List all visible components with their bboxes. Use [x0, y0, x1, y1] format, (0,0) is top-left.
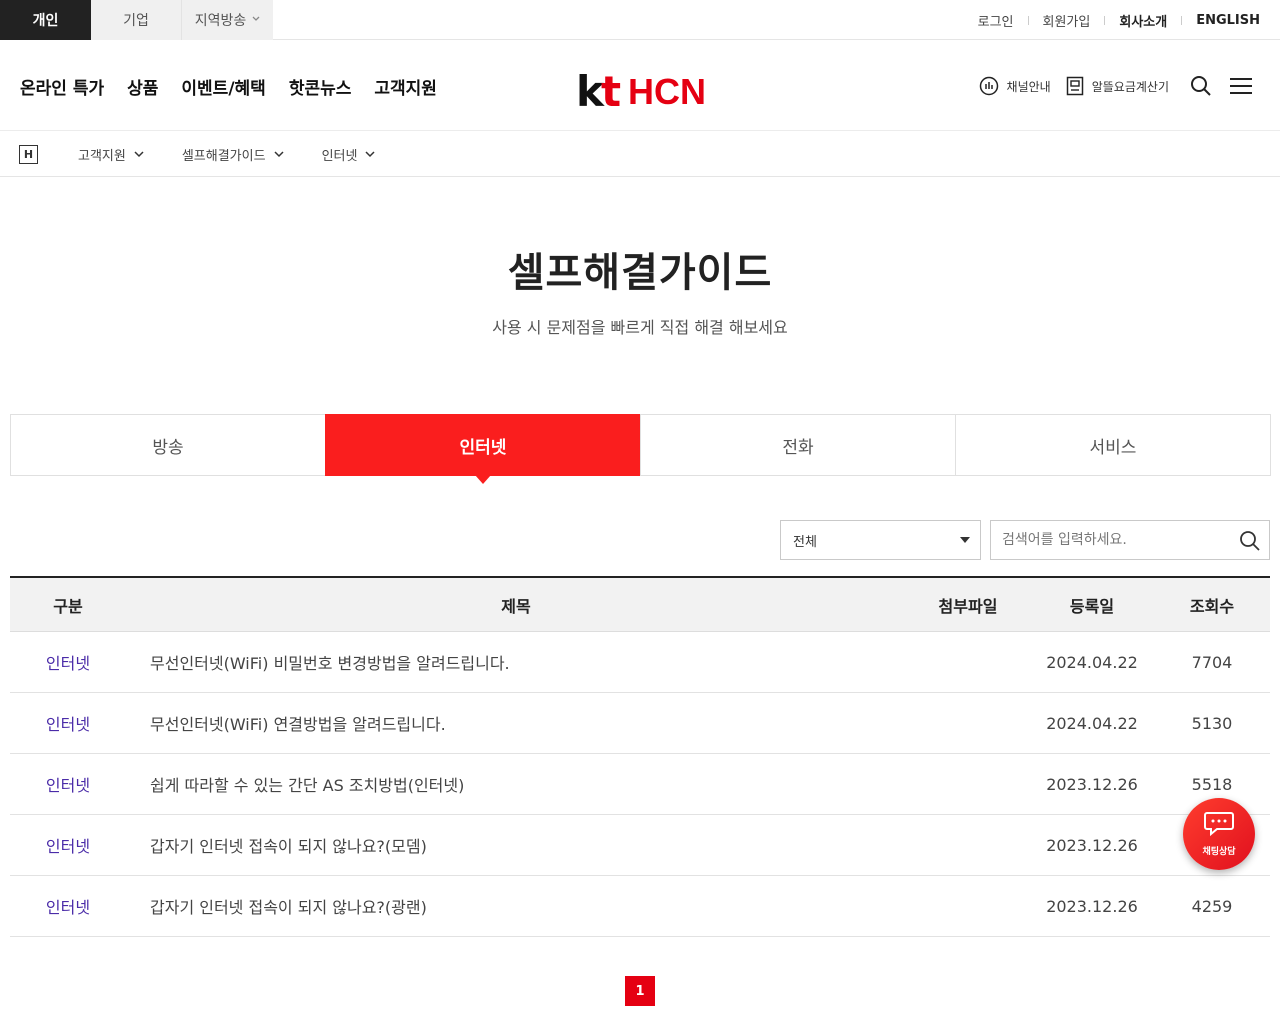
main-navigation: 온라인 특가 상품 이벤트/혜택 핫콘뉴스 고객지원 kt HCN 채널안내 알… — [0, 41, 1280, 131]
nav-item-support[interactable]: 고객지원 — [374, 74, 437, 99]
header-category: 구분 — [53, 596, 83, 616]
channel-guide-link[interactable]: 채널안내 — [1007, 78, 1051, 95]
header-attachment: 첨부파일 — [938, 596, 998, 616]
header-date: 등록일 — [1069, 596, 1115, 616]
tab-internet[interactable]: 인터넷 — [325, 414, 640, 484]
row-date: 2023.12.26 — [1046, 835, 1138, 855]
category-tabs: 방송 인터넷 전화 서비스 — [10, 414, 1271, 484]
row-views: 5518 — [1191, 774, 1233, 794]
page-button-current[interactable]: 1 — [625, 976, 655, 1006]
chevron-down-icon — [274, 147, 284, 162]
nav-item-online-special[interactable]: 온라인 특가 — [20, 74, 104, 99]
table-row[interactable]: 인터넷 갑자기 인터넷 접속이 되지 않나요?(모뎀) 2023.12.26 — [10, 815, 1270, 876]
row-title-link[interactable]: 무선인터넷(WiFi) 연결방법을 알려드립니다. — [126, 711, 1030, 735]
chat-consult-button[interactable]: 채팅상담 — [1183, 798, 1255, 870]
table-header: 구분 제목 첨부파일 등록일 조회수 — [10, 578, 1270, 632]
row-date: 2024.04.22 — [1046, 652, 1138, 672]
row-views: 5130 — [1191, 713, 1233, 733]
segment-local-broadcast-label: 지역방송 — [194, 13, 247, 29]
signup-link[interactable]: 회원가입 — [1029, 11, 1105, 30]
breadcrumb-label: 고객지원 — [78, 148, 126, 164]
page-title: 셀프해결가이드 — [507, 250, 773, 296]
row-category: 인터넷 — [45, 898, 91, 917]
row-date: 2023.12.26 — [1046, 774, 1138, 794]
search-box — [990, 520, 1270, 560]
page-subtitle: 사용 시 문제점을 빠르게 직접 해결 해보세요 — [492, 318, 788, 337]
table-row[interactable]: 인터넷 무선인터넷(WiFi) 비밀번호 변경방법을 알려드립니다. 2024.… — [10, 632, 1270, 693]
table-row[interactable]: 인터넷 무선인터넷(WiFi) 연결방법을 알려드립니다. 2024.04.22… — [10, 693, 1270, 754]
row-category: 인터넷 — [45, 776, 91, 795]
row-category: 인터넷 — [45, 654, 91, 673]
row-title-link[interactable]: 무선인터넷(WiFi) 비밀번호 변경방법을 알려드립니다. — [126, 650, 1030, 674]
segment-local-broadcast[interactable]: 지역방송 — [182, 0, 273, 40]
row-category: 인터넷 — [45, 837, 91, 856]
breadcrumb-item-support[interactable]: 고객지원 — [78, 145, 144, 164]
caret-down-icon — [960, 537, 970, 543]
row-views: 7704 — [1191, 652, 1233, 672]
menu-icon[interactable] — [1230, 77, 1252, 95]
segment-business[interactable]: 기업 — [91, 0, 182, 40]
row-date: 2023.12.26 — [1046, 896, 1138, 916]
chat-label: 채팅상담 — [1202, 847, 1236, 857]
nav-item-products[interactable]: 상품 — [127, 74, 158, 99]
table-row[interactable]: 인터넷 갑자기 인터넷 접속이 되지 않나요?(광랜) 2023.12.26 4… — [10, 876, 1270, 937]
tab-service[interactable]: 서비스 — [955, 414, 1271, 476]
row-views: 4259 — [1191, 896, 1233, 916]
breadcrumb-item-self-guide[interactable]: 셀프해결가이드 — [182, 145, 284, 164]
top-utility-bar: 개인 기업 지역방송 로그인 회원가입 회사소개 ENGLISH — [0, 0, 1280, 40]
company-link[interactable]: 회사소개 — [1105, 11, 1181, 30]
search-input[interactable] — [1002, 532, 1232, 548]
breadcrumb-label: 인터넷 — [321, 148, 358, 164]
channel-icon[interactable] — [979, 76, 999, 96]
english-link[interactable]: ENGLISH — [1182, 13, 1260, 28]
chevron-down-icon — [252, 15, 260, 25]
chevron-down-icon — [134, 147, 144, 162]
guide-table: 구분 제목 첨부파일 등록일 조회수 인터넷 무선인터넷(WiFi) 비밀번호 … — [10, 576, 1270, 937]
row-title-link[interactable]: 갑자기 인터넷 접속이 되지 않나요?(모뎀) — [126, 833, 1030, 857]
category-select-value: 전체 — [793, 534, 817, 550]
breadcrumb-label: 셀프해결가이드 — [181, 148, 266, 164]
tab-broadcast[interactable]: 방송 — [10, 414, 325, 476]
tab-phone[interactable]: 전화 — [640, 414, 955, 476]
segment-personal[interactable]: 개인 — [0, 0, 91, 40]
nav-item-events[interactable]: 이벤트/혜택 — [181, 74, 265, 99]
breadcrumb-item-internet[interactable]: 인터넷 — [322, 145, 376, 164]
gnb-tools: 채널안내 알뜰요금계산기 — [979, 41, 1260, 131]
login-link[interactable]: 로그인 — [964, 11, 1028, 30]
search-icon[interactable] — [1190, 75, 1212, 97]
header-title: 제목 — [501, 596, 531, 616]
row-title-link[interactable]: 갑자기 인터넷 접속이 되지 않나요?(광랜) — [126, 894, 1030, 918]
row-title-link[interactable]: 쉽게 따라할 수 있는 간단 AS 조치방법(인터넷) — [126, 772, 1030, 796]
gnb-menu: 온라인 특가 상품 이벤트/혜택 핫콘뉴스 고객지원 — [20, 41, 460, 131]
header-views: 조회수 — [1189, 596, 1235, 616]
fee-calculator-link[interactable]: 알뜰요금계산기 — [1092, 78, 1169, 95]
utility-links: 로그인 회원가입 회사소개 ENGLISH — [964, 0, 1260, 40]
breadcrumb: H 고객지원 셀프해결가이드 인터넷 — [0, 132, 1280, 177]
logo-kt: kt — [576, 67, 621, 116]
category-select[interactable]: 전체 — [780, 520, 981, 560]
chat-bubble-icon — [1203, 811, 1235, 841]
row-date: 2024.04.22 — [1046, 713, 1138, 733]
nav-item-hot-news[interactable]: 핫콘뉴스 — [289, 74, 352, 99]
logo-hcn: HCN — [628, 71, 707, 112]
row-category: 인터넷 — [45, 715, 91, 734]
table-row[interactable]: 인터넷 쉽게 따라할 수 있는 간단 AS 조치방법(인터넷) 2023.12.… — [10, 754, 1270, 815]
search-icon[interactable] — [1239, 530, 1261, 556]
calculator-icon[interactable] — [1066, 76, 1084, 96]
kt-hcn-logo[interactable]: kt HCN — [576, 67, 707, 116]
chevron-down-icon — [365, 147, 375, 162]
home-icon[interactable]: H — [19, 144, 38, 164]
